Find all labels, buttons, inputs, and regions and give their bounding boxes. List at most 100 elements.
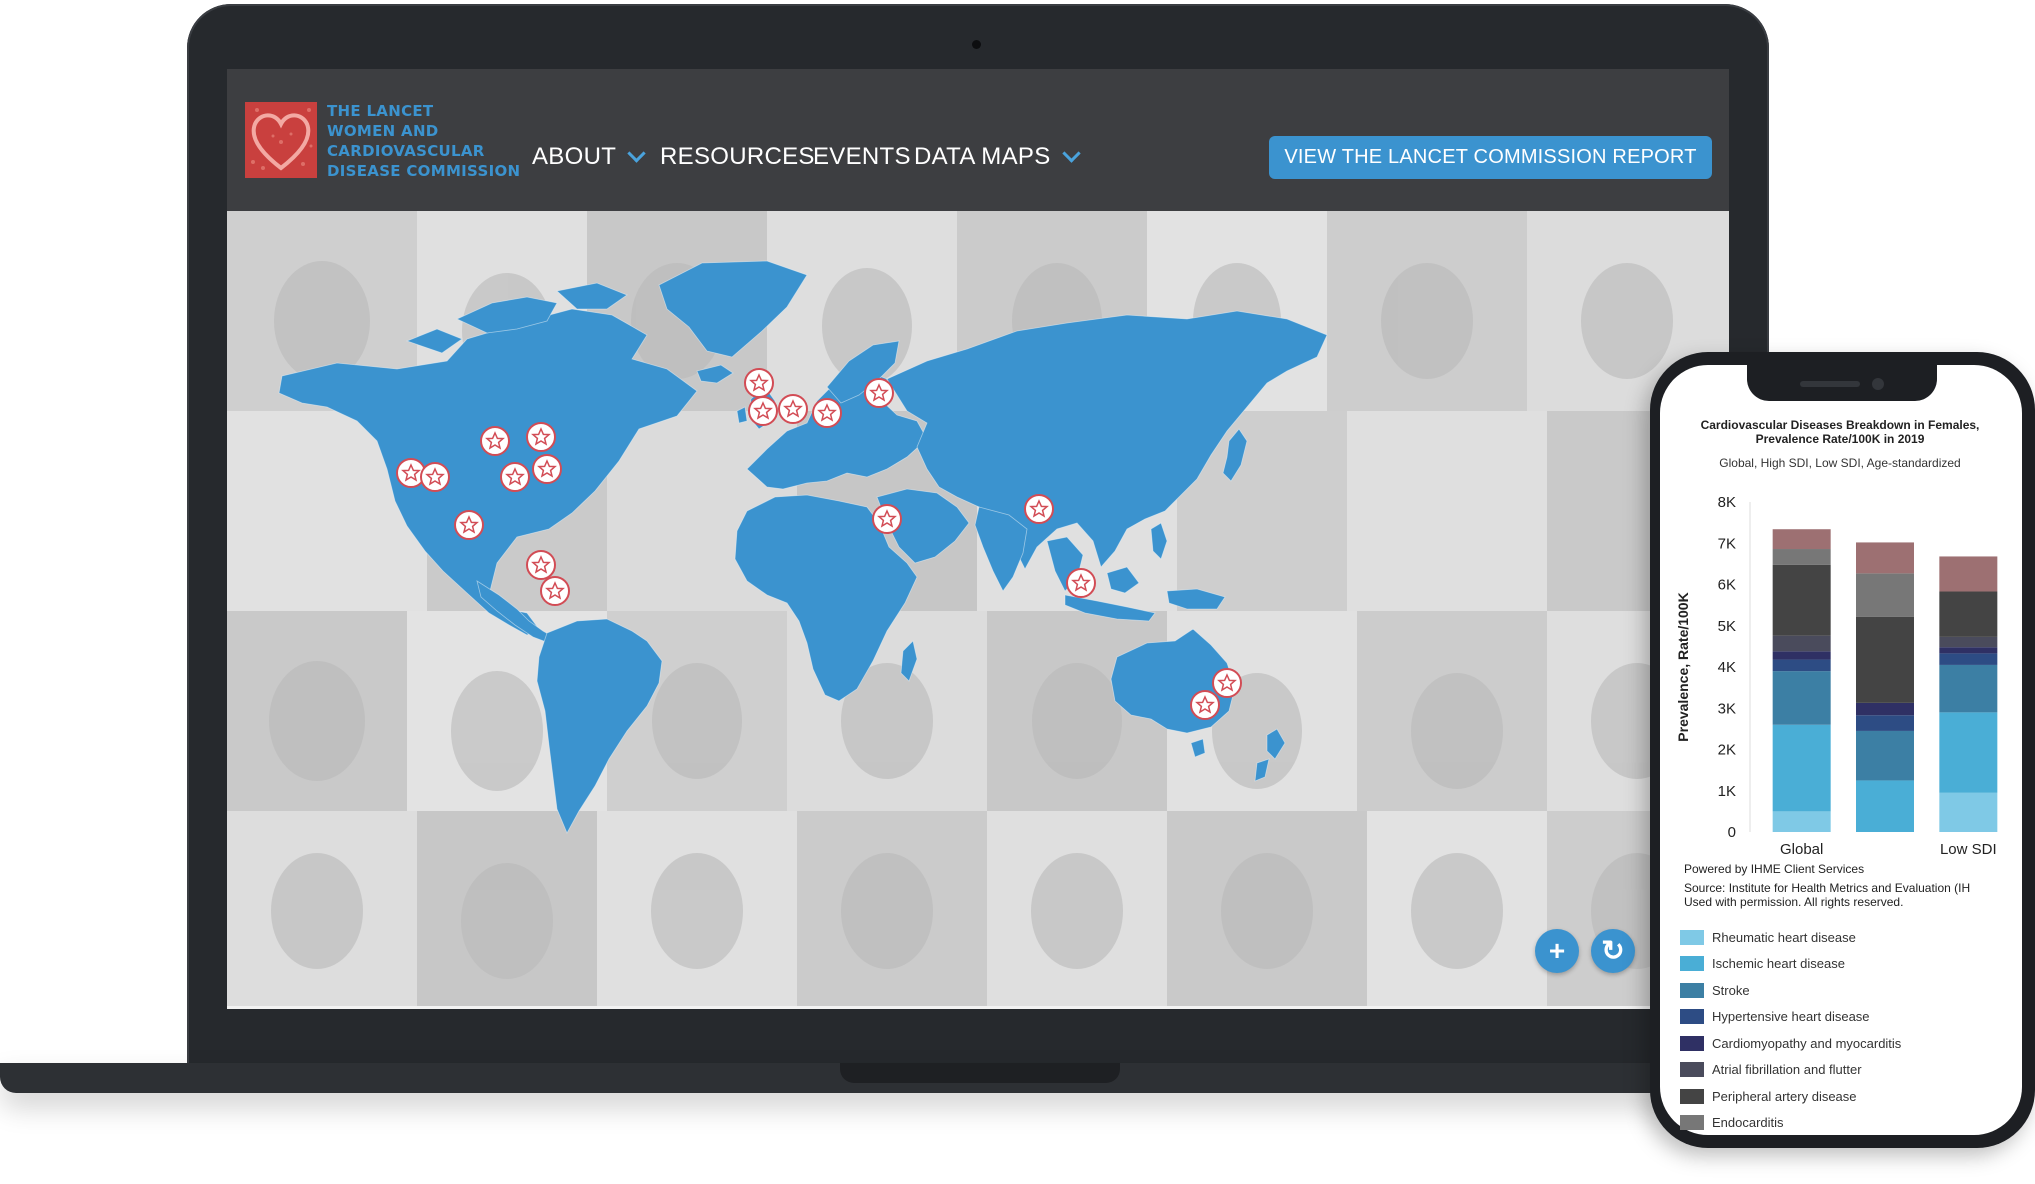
chevron-down-icon <box>627 143 646 163</box>
legend-swatch <box>1680 982 1704 998</box>
bar-segment <box>1856 542 1914 574</box>
location-marker[interactable] <box>864 378 894 408</box>
location-marker[interactable] <box>526 550 556 580</box>
y-tick-label: 0 <box>1728 824 1736 841</box>
x-tick-label: Global <box>1780 841 1823 858</box>
bar-segment <box>1772 724 1831 812</box>
location-marker[interactable] <box>420 462 450 492</box>
legend-label: Cardiomyopathy and myocarditis <box>1712 1035 1902 1051</box>
source-text: Source: Institute for Health Metrics and… <box>1684 881 1971 895</box>
nav-item-events[interactable]: EVENTS <box>813 142 911 172</box>
legend-swatch <box>1680 1035 1704 1051</box>
laptop-opening-notch <box>840 1063 1120 1083</box>
bar-segment <box>1939 647 1998 654</box>
powered-by-text: Powered by IHME Client Services <box>1684 862 1865 876</box>
logo-line: The Lancet <box>327 102 434 120</box>
legend-label: Rheumatic heart disease <box>1712 929 1856 945</box>
legend-swatch <box>1680 1115 1704 1131</box>
world-map[interactable] <box>227 211 1729 1009</box>
location-marker[interactable] <box>1024 494 1054 524</box>
legend-item[interactable]: Ischemic heart disease <box>1680 951 1901 978</box>
bar-segment <box>1772 529 1831 550</box>
y-tick-label: 8K <box>1718 494 1736 511</box>
heart-logo-icon[interactable] <box>245 102 317 178</box>
bar-segment <box>1856 715 1914 731</box>
legend-item[interactable]: Stroke <box>1680 977 1901 1004</box>
nav-item-resources[interactable]: RESOURCES <box>660 142 815 172</box>
bar-segment <box>1939 653 1998 665</box>
legend-label: Ischemic heart disease <box>1712 956 1845 972</box>
legend-label: Atrial fibrillation and flutter <box>1712 1062 1862 1078</box>
y-tick-label: 6K <box>1718 577 1736 594</box>
location-marker[interactable] <box>480 426 510 456</box>
location-marker[interactable] <box>744 368 774 398</box>
bar-segment <box>1772 659 1831 672</box>
bar-segment <box>1939 712 1998 793</box>
bar-segment <box>1856 702 1914 716</box>
view-report-button[interactable]: VIEW THE LANCET COMMISSION REPORT <box>1269 136 1712 179</box>
bar-segment <box>1939 664 1998 713</box>
bar-segment <box>1856 730 1914 781</box>
legend-item[interactable]: Hypertensive heart disease <box>1680 1004 1901 1031</box>
legend-item[interactable]: Endocarditis <box>1680 1110 1901 1137</box>
logo-wordmark[interactable]: The Lancet Women and Cardiovascular Dise… <box>327 101 527 181</box>
chevron-down-icon <box>1061 143 1081 163</box>
stacked-bar-chart: Prevalence, Rate/100K 0 1K 2K 3K 4K 5K 6K 7K 8K Gl… <box>1675 494 1998 858</box>
location-marker[interactable] <box>1066 568 1096 598</box>
website-screen: The Lancet Women and Cardiovascular Dise… <box>227 69 1729 1009</box>
laptop-camera <box>972 40 981 49</box>
location-marker[interactable] <box>748 396 778 426</box>
location-marker[interactable] <box>1212 668 1242 698</box>
legend-swatch <box>1680 956 1704 972</box>
y-tick-label: 4K <box>1718 659 1736 676</box>
hero-bottom-edge <box>227 1006 1729 1009</box>
nav-item-about[interactable]: ABOUT <box>532 142 646 172</box>
nav-item-data-maps[interactable]: DATA MAPS <box>914 142 1081 172</box>
y-tick-label: 3K <box>1718 700 1736 717</box>
location-marker[interactable] <box>526 422 556 452</box>
legend-item[interactable]: Peripheral artery disease <box>1680 1083 1901 1110</box>
location-marker[interactable] <box>812 398 842 428</box>
nav-label: RESOURCES <box>660 143 815 170</box>
bar-segment <box>1856 573 1914 617</box>
bar-segment <box>1939 556 1998 592</box>
bar-segment <box>1939 636 1998 648</box>
location-marker[interactable] <box>540 576 570 606</box>
bar-segment <box>1939 591 1998 637</box>
phone-speaker <box>1800 381 1860 387</box>
legend-item[interactable]: Cardiomyopathy and myocarditis <box>1680 1030 1901 1057</box>
legend-item[interactable]: Rheumatic heart disease <box>1680 924 1901 951</box>
location-marker[interactable] <box>872 504 902 534</box>
map-hero: + ↻ <box>227 211 1729 1009</box>
map-controls: + ↻ <box>1535 929 1635 973</box>
y-axis-label: Prevalence, Rate/100K <box>1675 592 1691 741</box>
reset-button[interactable]: ↻ <box>1591 929 1635 973</box>
bar-segment <box>1939 792 1998 832</box>
location-marker[interactable] <box>454 510 484 540</box>
chart-subtitle: Global, High SDI, Low SDI, Age-standardi… <box>1719 456 1961 470</box>
location-marker[interactable] <box>1190 690 1220 720</box>
photo-collage-background <box>227 211 1729 1009</box>
logo-line: Cardiovascular <box>327 142 485 160</box>
location-marker[interactable] <box>778 394 808 424</box>
legend-item[interactable]: Atrial fibrillation and flutter <box>1680 1057 1901 1084</box>
chart-title: Cardiovascular Diseases Breakdown in Fem… <box>1700 418 1980 446</box>
x-tick-label: Low SDI <box>1940 841 1997 858</box>
bar-segment <box>1856 616 1914 703</box>
bar-segment <box>1772 549 1831 565</box>
nav-label: ABOUT <box>532 143 617 170</box>
bar-segment <box>1772 811 1831 832</box>
permission-text: Used with permission. All rights reserve… <box>1684 895 1904 909</box>
location-marker[interactable] <box>500 462 530 492</box>
plus-icon: + <box>1548 935 1566 966</box>
bar-segment <box>1856 780 1914 832</box>
bar-segment <box>1772 651 1831 660</box>
location-marker[interactable] <box>532 454 562 484</box>
legend-swatch <box>1680 929 1704 945</box>
zoom-in-button[interactable]: + <box>1535 929 1579 973</box>
nav-label: DATA MAPS <box>914 143 1051 170</box>
refresh-icon: ↻ <box>1601 935 1625 966</box>
legend-label: Hypertensive heart disease <box>1712 1009 1870 1025</box>
phone-camera <box>1872 378 1884 390</box>
chart-legend: Rheumatic heart disease Ischemic heart di… <box>1680 924 1901 1136</box>
